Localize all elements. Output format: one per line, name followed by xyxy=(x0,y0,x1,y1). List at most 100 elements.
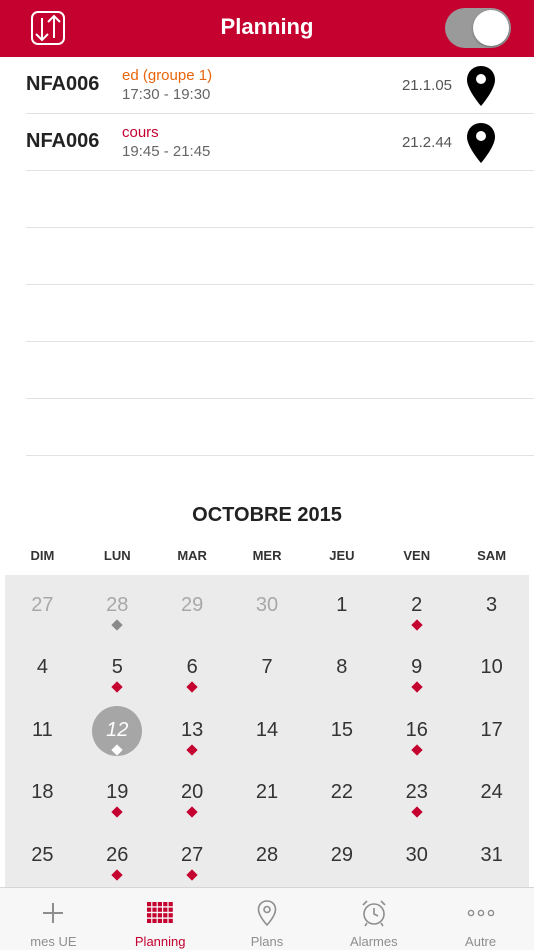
schedule-list: NFA006 ed (groupe 1) 17:30 - 19:30 21.1.… xyxy=(26,57,534,456)
calendar-day[interactable]: 15 xyxy=(304,700,379,762)
calendar-weekday-header: DIM LUN MAR MER JEU VEN SAM xyxy=(5,548,529,564)
day-number: 29 xyxy=(181,594,204,616)
day-number: 28 xyxy=(106,594,129,616)
day-number: 8 xyxy=(336,656,348,679)
calendar-day[interactable]: 1 xyxy=(304,575,379,637)
calendar-day[interactable]: 19 xyxy=(80,762,155,824)
event-marker-icon xyxy=(186,744,198,756)
calendar-day[interactable]: 23 xyxy=(379,762,454,824)
calendar-day[interactable]: 30 xyxy=(379,825,454,887)
calendar-day[interactable]: 24 xyxy=(454,762,529,824)
day-number: 1 xyxy=(336,594,348,616)
weekday-label: JEU xyxy=(329,548,355,563)
calendar-day[interactable]: 27 xyxy=(155,825,230,887)
tab-autre[interactable]: Autre xyxy=(427,888,534,950)
tab-alarmes[interactable]: Alarmes xyxy=(320,888,427,950)
toggle-knob[interactable] xyxy=(473,10,509,46)
day-number: 6 xyxy=(186,656,198,679)
day-number: 12 xyxy=(106,718,129,741)
course-type: ed (groupe 1) xyxy=(122,67,213,84)
event-marker-icon xyxy=(186,868,198,881)
day-number: 23 xyxy=(405,781,428,804)
empty-row xyxy=(26,228,534,285)
calendar-day[interactable]: 28 xyxy=(230,825,305,887)
course-code: NFA006 xyxy=(26,73,100,95)
location-pin-icon[interactable] xyxy=(466,65,496,107)
calendar-day[interactable]: 27 xyxy=(5,575,80,637)
calendar-day[interactable]: 26 xyxy=(80,825,155,887)
weekday-label: MER xyxy=(252,548,282,563)
calendar-week: 11 12 13 14 15 16 17 xyxy=(5,700,529,762)
calendar-day[interactable]: 22 xyxy=(304,762,379,824)
empty-row xyxy=(26,171,534,228)
day-number: 13 xyxy=(181,718,204,741)
event-marker-icon xyxy=(186,806,198,818)
weekday-label: VEN xyxy=(403,548,431,563)
view-toggle[interactable] xyxy=(445,8,511,48)
calendar-day[interactable]: 16 xyxy=(379,700,454,762)
calendar-day[interactable]: 30 xyxy=(230,575,305,637)
tab-label: mes UE xyxy=(30,934,77,949)
more-dots-icon xyxy=(467,909,494,917)
calendar-day[interactable]: 20 xyxy=(155,762,230,824)
day-number: 15 xyxy=(330,718,353,741)
course-code: NFA006 xyxy=(26,130,100,152)
weekday-label: LUN xyxy=(103,548,131,563)
schedule-row[interactable]: NFA006 cours 19:45 - 21:45 21.2.44 xyxy=(26,114,534,171)
calendar-day[interactable]: 13 xyxy=(155,700,230,762)
tab-label: Autre xyxy=(465,934,497,949)
day-number: 5 xyxy=(111,656,123,679)
day-number: 30 xyxy=(405,843,428,866)
day-number: 9 xyxy=(411,656,423,679)
day-number: 2 xyxy=(411,594,423,616)
event-marker-icon xyxy=(186,681,198,694)
event-marker-icon xyxy=(411,806,423,818)
calendar-day[interactable]: 17 xyxy=(454,700,529,762)
tab-planning[interactable]: Planning xyxy=(107,888,214,950)
calendar-day[interactable]: 29 xyxy=(304,825,379,887)
location-pin-icon[interactable] xyxy=(466,122,496,164)
calendar-day[interactable]: 2 xyxy=(379,575,454,637)
calendar-day[interactable]: 7 xyxy=(230,637,305,699)
calendar-day[interactable]: 10 xyxy=(454,637,529,699)
calendar-day-today[interactable]: 12 xyxy=(80,700,155,762)
calendar-day[interactable]: 29 xyxy=(155,575,230,637)
day-number: 11 xyxy=(32,718,53,741)
tab-label: Plans xyxy=(250,934,284,949)
day-number: 31 xyxy=(480,843,503,866)
calendar-day[interactable]: 3 xyxy=(454,575,529,637)
calendar-day[interactable]: 9 xyxy=(379,637,454,699)
day-number: 18 xyxy=(31,781,54,804)
map-pin-icon xyxy=(257,900,277,927)
day-number: 3 xyxy=(486,594,498,616)
calendar-day[interactable]: 4 xyxy=(5,637,80,699)
calendar-day[interactable]: 5 xyxy=(80,637,155,699)
tab-label: Alarmes xyxy=(349,934,398,949)
day-number: 27 xyxy=(181,843,204,866)
day-number: 30 xyxy=(255,594,279,616)
day-number: 29 xyxy=(330,843,353,866)
course-time: 17:30 - 19:30 xyxy=(122,86,211,103)
empty-row xyxy=(26,285,534,342)
calendar-day[interactable]: 6 xyxy=(155,637,230,699)
event-marker-icon xyxy=(411,681,423,694)
course-room: 21.2.44 xyxy=(401,134,452,151)
calendar-day[interactable]: 31 xyxy=(454,825,529,887)
calendar-month-title: OCTOBRE 2015 xyxy=(192,504,342,526)
calendar-day[interactable]: 18 xyxy=(5,762,80,824)
tab-mes-ue[interactable]: mes UE xyxy=(0,888,107,950)
calendar-day[interactable]: 11 xyxy=(5,700,80,762)
plus-icon xyxy=(43,903,64,923)
calendar-day[interactable]: 8 xyxy=(304,637,379,699)
calendar-day[interactable]: 25 xyxy=(5,825,80,887)
calendar-day[interactable]: 14 xyxy=(230,700,305,762)
weekday-label: MAR xyxy=(177,548,207,563)
calendar-week: 27 28 29 30 1 2 3 xyxy=(5,575,529,637)
calendar-day[interactable]: 21 xyxy=(230,762,305,824)
event-marker-icon xyxy=(111,806,123,818)
schedule-row[interactable]: NFA006 ed (groupe 1) 17:30 - 19:30 21.1.… xyxy=(26,57,534,114)
calendar-day[interactable]: 28 xyxy=(80,575,155,637)
day-number: 7 xyxy=(261,656,273,679)
day-number: 25 xyxy=(31,843,54,866)
tab-plans[interactable]: Plans xyxy=(214,888,321,950)
